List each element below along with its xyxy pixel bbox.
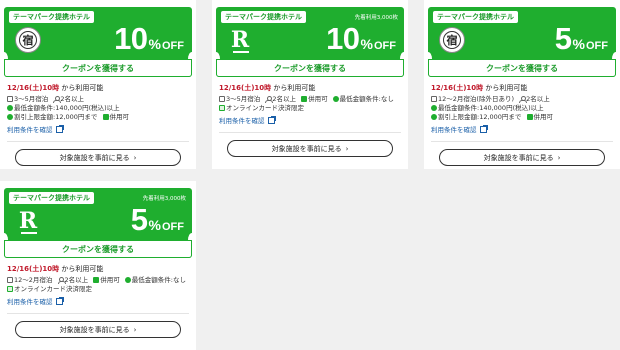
condition-row: 12～2月宿泊(除外日あり) 2名以上 (431, 95, 550, 104)
chevron-right-icon: › (345, 144, 349, 153)
external-link-icon (55, 125, 64, 133)
condition-row: オンラインカード決済限定 (7, 285, 92, 294)
r-logo: R (18, 208, 38, 234)
off-label: OFF (162, 40, 184, 52)
coupon-card: テーマパーク提携ホテル 宿 5%OFF クーポンを獲得する 12/16(土)10… (424, 0, 620, 169)
discount-number: 5 (130, 202, 148, 237)
combinable-icon (526, 113, 533, 120)
chevron-right-icon: › (133, 153, 137, 162)
partner-hotel-tag: テーマパーク提携ホテル (9, 192, 94, 204)
percent-sign: % (148, 36, 161, 52)
discount-amount: 5%OFF (555, 21, 608, 57)
combinable-icon (93, 276, 100, 283)
person-icon (53, 95, 62, 103)
minimum-amount-icon (124, 276, 131, 283)
availability-date: 12/16(土)10時 (7, 84, 60, 92)
hotel-seal-logo: 宿 (15, 27, 41, 53)
coupon-banner: テーマパーク提携ホテル 宿 10%OFF クーポンを獲得する (4, 7, 192, 77)
person-icon (265, 95, 274, 103)
off-label: OFF (586, 40, 608, 52)
coupon-banner: テーマパーク提携ホテル 宿 5%OFF クーポンを獲得する (428, 7, 616, 77)
condition-row: 割引上限金額:12,000円まで 併用可 (431, 113, 553, 122)
divider (7, 313, 189, 314)
view-facilities-button[interactable]: 対象施設を事前に見る › (15, 149, 181, 166)
condition-row: 割引上限金額:12,000円まで 併用可 (7, 113, 129, 122)
view-facilities-button[interactable]: 対象施設を事前に見る › (439, 149, 605, 166)
coupon-banner: テーマパーク提携ホテル 先着利用3,000枚 R 5%OFF クーポンを獲得する (4, 188, 192, 258)
combinable-icon (102, 113, 109, 120)
terms-link[interactable]: 利用条件を確認 (7, 124, 64, 134)
discount-number: 10 (114, 21, 148, 56)
coupon-banner: テーマパーク提携ホテル 先着利用3,000枚 R 10%OFF クーポンを獲得す… (216, 7, 404, 77)
availability-text: 12/16(土)10時 から利用可能 (7, 84, 104, 92)
percent-sign: % (360, 36, 373, 52)
terms-link[interactable]: 利用条件を確認 (431, 124, 488, 134)
person-icon (519, 95, 528, 103)
person-icon (57, 276, 66, 284)
external-link-icon (267, 116, 276, 124)
condition-row: オンラインカード決済限定 (219, 104, 304, 113)
availability-date: 12/16(土)10時 (7, 265, 60, 273)
hotel-seal-logo: 宿 (439, 27, 465, 53)
card-icon (219, 104, 225, 111)
external-link-icon (479, 125, 488, 133)
minimum-amount-icon (431, 104, 437, 111)
percent-sign: % (572, 36, 585, 52)
get-coupon-button[interactable]: クーポンを獲得する (4, 59, 192, 77)
percent-sign: % (148, 217, 161, 233)
get-coupon-button[interactable]: クーポンを獲得する (428, 59, 616, 77)
first-come-limit: 先着利用3,000枚 (354, 15, 398, 21)
minimum-amount-icon (332, 95, 339, 102)
combinable-icon (301, 95, 308, 102)
coupon-card: テーマパーク提携ホテル 先着利用3,000枚 R 5%OFF クーポンを獲得する… (0, 181, 196, 350)
chevron-right-icon: › (557, 153, 561, 162)
terms-link[interactable]: 利用条件を確認 (7, 296, 64, 306)
divider (219, 132, 401, 133)
condition-row: 最低金額条件:140,000円(税込)以上 (7, 104, 120, 113)
terms-link[interactable]: 利用条件を確認 (219, 115, 276, 125)
divider (431, 141, 613, 142)
discount-amount: 10%OFF (326, 21, 396, 57)
minimum-amount-icon (7, 104, 13, 111)
first-come-limit: 先着利用3,000枚 (142, 196, 186, 202)
chevron-right-icon: › (133, 325, 137, 334)
calendar-icon (7, 276, 13, 283)
calendar-icon (219, 95, 225, 102)
discount-amount: 10%OFF (114, 21, 184, 57)
view-facilities-button[interactable]: 対象施設を事前に見る › (227, 140, 393, 157)
get-coupon-button[interactable]: クーポンを獲得する (4, 240, 192, 258)
availability-date: 12/16(土)10時 (431, 84, 484, 92)
view-facilities-button[interactable]: 対象施設を事前に見る › (15, 321, 181, 338)
availability-text: 12/16(土)10時 から利用可能 (219, 84, 316, 92)
off-label: OFF (162, 221, 184, 233)
coupon-card: テーマパーク提携ホテル 宿 10%OFF クーポンを獲得する 12/16(土)1… (0, 0, 196, 169)
discount-cap-icon (431, 113, 437, 120)
availability-date: 12/16(土)10時 (219, 84, 272, 92)
condition-row: 3～5月宿泊 2名以上 併用可 最低金額条件:なし (219, 95, 394, 104)
r-logo: R (230, 27, 250, 53)
partner-hotel-tag: テーマパーク提携ホテル (9, 11, 94, 23)
condition-row: 12～2月宿泊 2名以上 併用可 最低金額条件:なし (7, 276, 186, 285)
card-icon (7, 285, 13, 292)
external-link-icon (55, 297, 64, 305)
availability-text: 12/16(土)10時 から利用可能 (431, 84, 528, 92)
availability-text: 12/16(土)10時 から利用可能 (7, 265, 104, 273)
partner-hotel-tag: テーマパーク提携ホテル (433, 11, 518, 23)
discount-cap-icon (7, 113, 13, 120)
divider (7, 141, 189, 142)
coupon-card: テーマパーク提携ホテル 先着利用3,000枚 R 10%OFF クーポンを獲得す… (212, 0, 408, 169)
discount-number: 10 (326, 21, 360, 56)
calendar-icon (7, 95, 13, 102)
get-coupon-button[interactable]: クーポンを獲得する (216, 59, 404, 77)
partner-hotel-tag: テーマパーク提携ホテル (221, 11, 306, 23)
calendar-icon (431, 95, 437, 102)
condition-row: 3～5月宿泊 2名以上 (7, 95, 84, 104)
off-label: OFF (374, 40, 396, 52)
discount-amount: 5%OFF (131, 202, 184, 238)
condition-row: 最低金額条件:140,000円(税込)以上 (431, 104, 544, 113)
discount-number: 5 (554, 21, 572, 56)
